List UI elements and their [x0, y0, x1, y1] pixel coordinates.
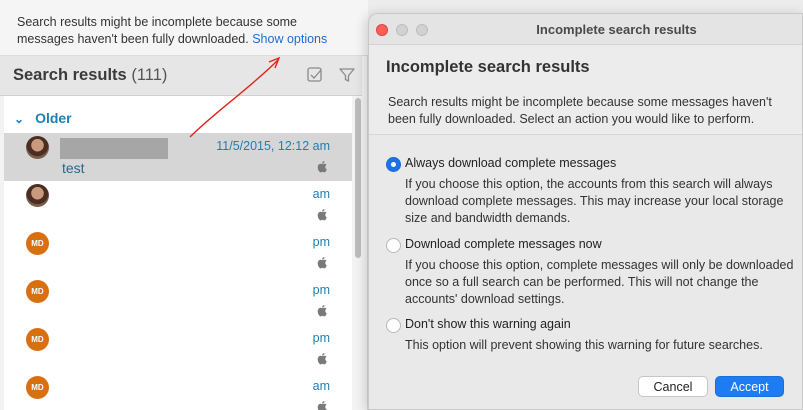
apple-icon — [317, 257, 327, 269]
message-row[interactable]: 11/5/2015, 12:12 am test — [4, 133, 352, 181]
group-header-older[interactable]: ⌄ Older — [14, 110, 72, 126]
apple-icon — [317, 209, 327, 221]
incomplete-search-dialog: Incomplete search results Incomplete sea… — [368, 13, 803, 410]
dialog-heading: Incomplete search results — [386, 58, 590, 76]
window-title: Incomplete search results — [536, 22, 697, 37]
avatar: MD — [26, 232, 49, 255]
option-description: If you choose this option, complete mess… — [405, 258, 794, 306]
radio-download-now[interactable] — [386, 238, 401, 253]
search-results-title: Search results (111) — [13, 66, 167, 85]
message-date: 11/5/2015, 12:12 am — [216, 139, 330, 153]
option-label[interactable]: Download complete messages now — [405, 237, 602, 251]
filter-icon[interactable] — [337, 65, 357, 85]
search-results-header: Search results (111) — [0, 56, 362, 96]
results-count: (111) — [131, 66, 168, 84]
message-subject: test — [62, 160, 85, 176]
dialog-description: Search results might be incomplete becau… — [388, 95, 772, 126]
message-row[interactable]: MD pm — [4, 325, 352, 373]
dialog-body: Always download complete messages If you… — [369, 136, 802, 409]
avatar — [26, 136, 49, 159]
banner-line-1: Search results might be incomplete becau… — [17, 15, 298, 29]
scroll-thumb[interactable] — [355, 98, 361, 258]
show-options-link[interactable]: Show options — [252, 32, 327, 46]
message-date: am — [312, 187, 330, 201]
select-all-icon[interactable] — [305, 65, 325, 85]
chevron-down-icon[interactable]: ⌄ — [14, 112, 24, 126]
dialog-header: Incomplete search results Search results… — [369, 45, 802, 135]
dialog-titlebar: Incomplete search results — [369, 14, 802, 45]
avatar: MD — [26, 280, 49, 303]
group-label: Older — [35, 110, 72, 126]
message-row[interactable]: am — [4, 181, 352, 229]
apple-icon — [317, 401, 327, 410]
message-row[interactable]: MD pm — [4, 277, 352, 325]
banner-line-2: messages haven't been fully downloaded. … — [17, 31, 358, 48]
accept-button[interactable]: Accept — [715, 376, 784, 397]
radio-dont-show[interactable] — [386, 318, 401, 333]
avatar: MD — [26, 328, 49, 351]
results-title-text: Search results — [13, 66, 127, 84]
message-date: am — [312, 379, 330, 393]
banner-text: messages haven't been fully downloaded. — [17, 32, 249, 46]
apple-icon — [317, 305, 327, 317]
option-description: This option will prevent showing this wa… — [405, 338, 763, 352]
message-row[interactable]: MD pm — [4, 229, 352, 277]
option-description: If you choose this option, the accounts … — [405, 177, 784, 225]
cancel-button[interactable]: Cancel — [638, 376, 708, 397]
redacted-sender — [60, 138, 168, 159]
incomplete-results-banner: Search results might be incomplete becau… — [0, 0, 368, 56]
message-list[interactable]: ⌄ Older 11/5/2015, 12:12 am test am MD pm… — [4, 96, 352, 410]
avatar — [26, 184, 49, 207]
message-date: pm — [312, 283, 330, 297]
avatar: MD — [26, 376, 49, 399]
message-row[interactable]: MD am — [4, 373, 352, 410]
message-list-scrollbar[interactable] — [354, 96, 362, 410]
message-date: pm — [312, 331, 330, 345]
message-date: pm — [312, 235, 330, 249]
apple-icon — [317, 161, 327, 173]
option-label[interactable]: Always download complete messages — [405, 156, 616, 170]
option-label[interactable]: Don't show this warning again — [405, 317, 571, 331]
radio-always-download[interactable] — [386, 157, 401, 172]
mail-window: Search results might be incomplete becau… — [0, 0, 368, 410]
apple-icon — [317, 353, 327, 365]
